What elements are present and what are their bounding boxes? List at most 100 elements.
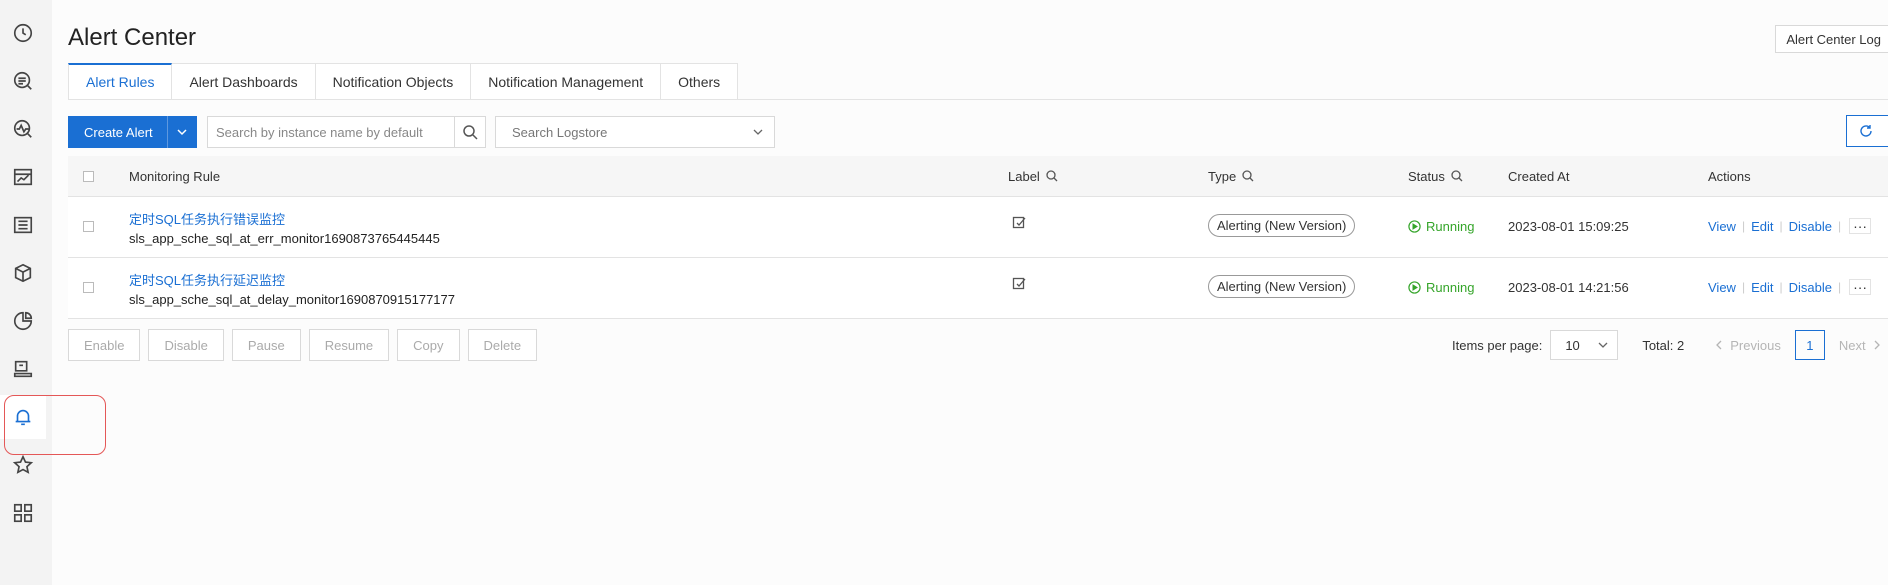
- col-label: Label: [1008, 169, 1058, 184]
- edit-link[interactable]: Edit: [1751, 219, 1773, 234]
- chevron-right-icon: [1874, 340, 1880, 350]
- page-number-button[interactable]: 1: [1794, 330, 1825, 360]
- row-checkbox[interactable]: [83, 221, 94, 232]
- clock-icon[interactable]: [0, 11, 46, 55]
- type-cell: Alerting (New Version): [1208, 214, 1356, 237]
- type-tag: Alerting (New Version): [1208, 275, 1356, 298]
- previous-label: Previous: [1730, 337, 1781, 353]
- alert-center-log-button[interactable]: Alert Center Log: [1775, 25, 1888, 53]
- batch-actions: Enable Disable Pause Resume Copy Delete: [68, 329, 538, 361]
- rule-id: sls_app_sche_sql_at_delay_monitor1690870…: [129, 292, 455, 307]
- col-created-at: Created At: [1508, 168, 1570, 184]
- bell-icon[interactable]: [0, 395, 46, 439]
- monitor-search-icon[interactable]: [0, 107, 46, 151]
- divider: |: [1741, 280, 1746, 294]
- filter-search-icon[interactable]: [1451, 170, 1463, 182]
- row-checkbox[interactable]: [83, 282, 94, 293]
- chevron-down-icon[interactable]: [168, 116, 197, 148]
- logstore-select-placeholder: Search Logstore: [512, 124, 608, 140]
- pause-button[interactable]: Pause: [231, 329, 301, 361]
- created-at: 2023-08-01 14:21:56: [1508, 280, 1629, 295]
- page-size-value: 10: [1565, 337, 1580, 353]
- col-label-text: Label: [1008, 168, 1040, 184]
- view-link[interactable]: View: [1708, 219, 1736, 234]
- instance-search: [207, 116, 486, 148]
- edit-label-icon[interactable]: [1012, 215, 1026, 229]
- rule-name-link[interactable]: 定时SQL任务执行错误监控: [129, 209, 440, 228]
- tab-alert-dashboards[interactable]: Alert Dashboards: [172, 63, 316, 100]
- page-title: Alert Center: [68, 24, 197, 51]
- search-icon[interactable]: [454, 117, 485, 147]
- status-text: Running: [1426, 219, 1475, 234]
- create-alert-button[interactable]: Create Alert: [68, 116, 197, 148]
- resume-button[interactable]: Resume: [308, 329, 390, 361]
- actions-cell: View | Edit | Disable | ···: [1708, 279, 1872, 295]
- copy-button[interactable]: Copy: [397, 329, 460, 361]
- filter-search-icon[interactable]: [1046, 170, 1058, 182]
- tab-notification-objects[interactable]: Notification Objects: [315, 63, 472, 100]
- search-input[interactable]: [208, 117, 454, 147]
- select-all-checkbox[interactable]: [83, 170, 94, 182]
- status-badge: Running: [1408, 219, 1474, 234]
- create-alert-label[interactable]: Create Alert: [68, 116, 168, 148]
- type-tag: Alerting (New Version): [1208, 214, 1356, 237]
- inbox-tray-icon[interactable]: [0, 347, 46, 391]
- divider: |: [1779, 280, 1783, 294]
- edit-link[interactable]: Edit: [1751, 280, 1773, 295]
- chevron-down-icon: [1598, 342, 1608, 348]
- actions-cell: View | Edit | Disable | ···: [1708, 218, 1872, 234]
- box-package-icon[interactable]: [0, 251, 46, 295]
- tab-alert-rules[interactable]: Alert Rules: [68, 63, 173, 100]
- total-count: Total: 2: [1642, 337, 1685, 353]
- disable-button[interactable]: Disable: [148, 329, 224, 361]
- disable-link[interactable]: Disable: [1789, 280, 1832, 295]
- main-content: Alert Center Alert Center Log Alert Rule…: [68, 0, 1888, 585]
- chart-report-icon[interactable]: [0, 155, 46, 199]
- document-list-icon[interactable]: [0, 203, 46, 247]
- pagination: Items per page: 10 Total: 2 Previous 1 N…: [1452, 329, 1882, 361]
- created-at: 2023-08-01 15:09:25: [1508, 219, 1629, 234]
- grid-apps-icon[interactable]: [0, 491, 46, 535]
- rule-cell: 定时SQL任务执行延迟监控 sls_app_sche_sql_at_delay_…: [129, 270, 455, 307]
- refresh-button[interactable]: [1846, 115, 1888, 147]
- col-type-text: Type: [1208, 168, 1237, 184]
- star-icon[interactable]: [0, 443, 46, 487]
- col-monitoring-rule: Monitoring Rule: [129, 168, 221, 184]
- delete-button[interactable]: Delete: [467, 329, 538, 361]
- pie-chart-icon[interactable]: [0, 299, 46, 343]
- divider: |: [1837, 219, 1842, 233]
- alert-rules-table: Monitoring Rule Label Type Status Create…: [68, 156, 1888, 319]
- type-cell: Alerting (New Version): [1208, 275, 1356, 298]
- tab-bar: Alert Rules Alert Dashboards Notificatio…: [68, 63, 739, 100]
- disable-link[interactable]: Disable: [1789, 219, 1832, 234]
- next-label: Next: [1838, 337, 1866, 353]
- status-cell: Running: [1408, 219, 1474, 234]
- previous-page-button[interactable]: Previous: [1714, 338, 1781, 353]
- chevron-down-icon: [753, 129, 763, 135]
- col-actions: Actions: [1708, 168, 1751, 184]
- divider: |: [1779, 219, 1783, 233]
- tab-others[interactable]: Others: [661, 63, 739, 100]
- filter-search-icon[interactable]: [1242, 170, 1254, 182]
- rule-name-link[interactable]: 定时SQL任务执行延迟监控: [129, 270, 455, 289]
- tab-notification-management[interactable]: Notification Management: [471, 63, 662, 100]
- divider: |: [1837, 280, 1842, 294]
- logstore-select[interactable]: Search Logstore: [495, 116, 775, 148]
- more-actions-button[interactable]: ···: [1849, 279, 1872, 295]
- more-actions-button[interactable]: ···: [1849, 218, 1872, 234]
- next-page-button[interactable]: Next: [1839, 338, 1882, 353]
- rule-cell: 定时SQL任务执行错误监控 sls_app_sche_sql_at_err_mo…: [129, 209, 440, 246]
- table-header: Monitoring Rule Label Type Status Create…: [68, 156, 1888, 197]
- search-log-icon[interactable]: [0, 59, 46, 103]
- view-link[interactable]: View: [1708, 280, 1736, 295]
- page-size-select[interactable]: 10: [1550, 330, 1619, 360]
- col-status: Status: [1408, 169, 1463, 184]
- edit-label-icon[interactable]: [1012, 276, 1026, 290]
- status-text: Running: [1426, 280, 1475, 295]
- enable-button[interactable]: Enable: [68, 329, 141, 361]
- status-cell: Running: [1408, 280, 1474, 295]
- table-row: 定时SQL任务执行延迟监控 sls_app_sche_sql_at_delay_…: [68, 258, 1888, 319]
- col-type: Type: [1208, 169, 1254, 184]
- status-badge: Running: [1408, 280, 1474, 295]
- sidebar: [0, 0, 52, 585]
